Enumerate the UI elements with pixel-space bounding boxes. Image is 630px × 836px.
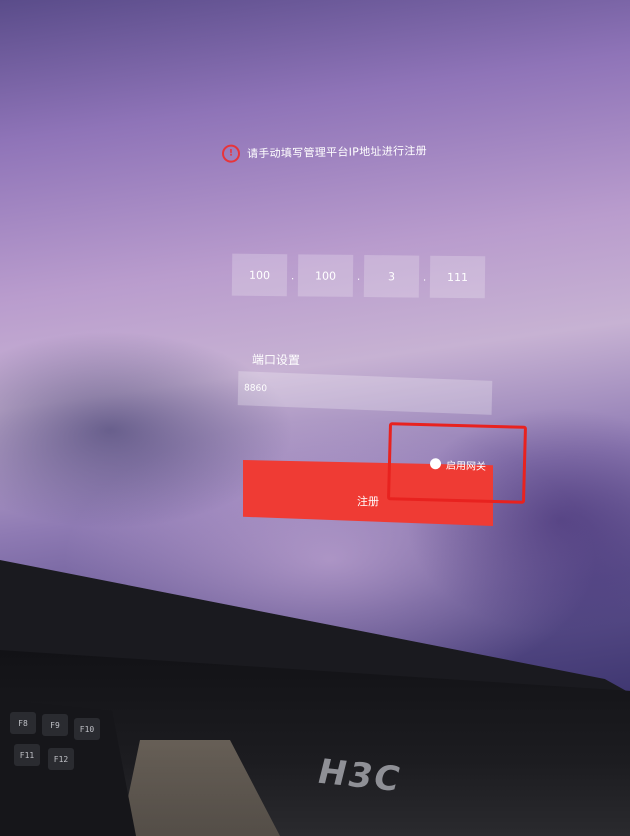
port-label: 端口设置 (251, 352, 301, 368)
ip-octet-4-input[interactable]: 111 (429, 255, 486, 299)
keyboard-key: F8 (10, 712, 36, 734)
ip-separator: . (290, 271, 295, 283)
ip-separator: . (422, 272, 427, 284)
ip-separator: . (356, 271, 361, 283)
ip-octet-2-input[interactable]: 100 (297, 254, 354, 297)
ip-address-inputs: 100 . 100 . 3 . 111 (231, 253, 494, 303)
keyboard-key: F12 (48, 748, 74, 770)
registration-notice: ! 请手动填写管理平台IP地址进行注册 (221, 141, 428, 163)
registration-panel: ! 请手动填写管理平台IP地址进行注册 100 . 100 . 3 . 111 … (0, 0, 630, 700)
keyboard-key: F9 (42, 714, 68, 736)
notice-text: 请手动填写管理平台IP地址进行注册 (246, 144, 428, 161)
ip-octet-3-input[interactable]: 3 (363, 255, 420, 298)
brand-logo: H3C (313, 752, 406, 800)
keyboard-key: F10 (74, 718, 100, 740)
port-input[interactable]: 8860 (237, 371, 493, 415)
ip-octet-1-input[interactable]: 100 (231, 253, 288, 297)
annotation-highlight-box (387, 422, 527, 504)
keyboard-key: F11 (14, 744, 40, 766)
alert-circle-icon: ! (221, 144, 241, 163)
